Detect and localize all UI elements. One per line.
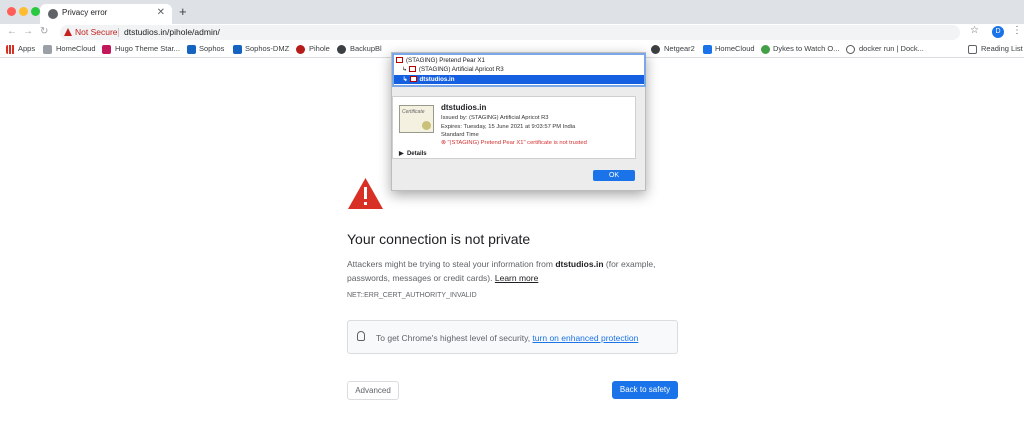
new-tab-button[interactable]: +: [179, 4, 187, 19]
error-code[interactable]: NET::ERR_CERT_AUTHORITY_INVALID: [347, 292, 477, 299]
bookmark-dykes[interactable]: Dykes to Watch O...: [773, 44, 839, 53]
certificate-name: dtstudios.in: [441, 103, 487, 112]
certificate-icon: [409, 76, 417, 82]
explanation-text-start: Attackers might be trying to steal your …: [347, 259, 556, 269]
certificate-icon: [396, 57, 403, 63]
chain-item-root[interactable]: (STAGING) Pretend Pear X1: [396, 56, 485, 65]
learn-more-link[interactable]: Learn more: [495, 273, 538, 283]
tab-privacy-error[interactable]: Privacy error ✕: [40, 4, 172, 24]
warning-triangle-icon: [348, 178, 383, 209]
enhanced-protection-link[interactable]: turn on enhanced protection: [532, 333, 638, 343]
tab-title: Privacy error: [62, 8, 108, 17]
bookmark-docker[interactable]: docker run | Dock...: [859, 44, 924, 53]
bookmark-pihole[interactable]: Pihole: [309, 44, 330, 53]
bookmark-homecloud[interactable]: HomeCloud: [56, 44, 96, 53]
maximize-window-icon[interactable]: [31, 7, 40, 16]
forward-arrow-icon[interactable]: →: [23, 26, 33, 37]
untrusted-warning-text: "(STAGING) Pretend Pear X1" certificate …: [447, 140, 587, 146]
chain-item-leaf[interactable]: ↳ dtstudios.in: [394, 75, 644, 84]
hugo-icon: [102, 45, 111, 54]
certificate-icon: [408, 66, 416, 72]
chain-item-label: (STAGING) Artificial Apricot R3: [418, 66, 504, 73]
tab-strip: Privacy error ✕ +: [0, 0, 1024, 24]
issued-by: Issued by: (STAGING) Artificial Apricot …: [441, 115, 549, 121]
avatar[interactable]: D: [992, 26, 1004, 38]
certificate-chain-list: (STAGING) Pretend Pear X1 ↳ (STAGING) Ar…: [392, 53, 646, 87]
close-window-icon[interactable]: [7, 7, 16, 16]
bookmark-backupbl[interactable]: BackupBl: [350, 44, 382, 53]
minimize-window-icon[interactable]: [19, 7, 28, 16]
details-label: Details: [406, 151, 427, 157]
details-disclosure[interactable]: ▶ Details: [399, 150, 427, 157]
seal-icon: [422, 121, 431, 130]
bookmark-sophos-dmz[interactable]: Sophos-DMZ: [245, 44, 289, 53]
certificate-image-icon: Certificate: [399, 105, 434, 133]
close-tab-icon[interactable]: ✕: [157, 7, 165, 18]
not-secure-label[interactable]: Not Secure: [75, 27, 118, 37]
enhanced-protection-box: To get Chrome's highest level of securit…: [347, 320, 678, 354]
ok-button[interactable]: OK: [593, 170, 635, 181]
chain-item-intermediate[interactable]: ↳ (STAGING) Artificial Apricot R3: [402, 65, 504, 74]
certificate-dialog: (STAGING) Pretend Pear X1 ↳ (STAGING) Ar…: [391, 52, 646, 191]
document-icon: [703, 45, 712, 54]
green-circle-icon: [761, 45, 770, 54]
untrusted-warning: ⊗ "(STAGING) Pretend Pear X1" certificat…: [441, 140, 587, 146]
timezone: Standard Time: [441, 132, 479, 138]
menu-icon[interactable]: ⋮: [1012, 25, 1022, 36]
bookmark-reading-list[interactable]: Reading List: [981, 44, 1023, 53]
explanation-text: Attackers might be trying to steal your …: [347, 257, 677, 285]
globe-icon: [48, 9, 58, 19]
lightbulb-icon: [357, 331, 365, 341]
warning-icon: [64, 28, 72, 36]
chain-item-label: dtstudios.in: [419, 76, 455, 83]
bookmark-sophos[interactable]: Sophos: [199, 44, 224, 53]
reading-list-icon: [968, 45, 977, 54]
back-arrow-icon[interactable]: ←: [7, 26, 17, 37]
expires: Expires: Tuesday, 15 June 2021 at 9:03:5…: [441, 124, 576, 130]
bookmark-apps[interactable]: Apps: [18, 44, 35, 53]
url-text[interactable]: dtstudios.in/pihole/admin/: [124, 27, 220, 37]
chain-item-label: (STAGING) Pretend Pear X1: [406, 57, 485, 64]
enhanced-protection-prompt: To get Chrome's highest level of securit…: [376, 333, 533, 343]
sophos-icon: [233, 45, 242, 54]
enhanced-protection-text: To get Chrome's highest level of securit…: [376, 333, 638, 343]
bookmark-hugo-theme[interactable]: Hugo Theme Star...: [115, 44, 180, 53]
folder-icon: [43, 45, 52, 54]
pihole-icon: [296, 45, 305, 54]
globe-icon: [651, 45, 660, 54]
globe-icon: [337, 45, 346, 54]
certificate-details: Certificate dtstudios.in Issued by: (STA…: [392, 96, 636, 159]
docker-icon: [846, 45, 855, 54]
sophos-icon: [187, 45, 196, 54]
bookmark-netgear2[interactable]: Netgear2: [664, 44, 695, 53]
back-to-safety-button[interactable]: Back to safety: [612, 381, 678, 399]
bookmark-homecloud-2[interactable]: HomeCloud: [715, 44, 755, 53]
apps-grid-icon: [6, 45, 15, 54]
reload-icon[interactable]: ↻: [40, 26, 48, 37]
advanced-button[interactable]: Advanced: [347, 381, 399, 400]
bookmark-star-icon[interactable]: ☆: [970, 25, 979, 36]
toolbar: ← → ↻ Not Secure dtstudios.in/pihole/adm…: [0, 24, 1024, 41]
page-title: Your connection is not private: [347, 231, 531, 247]
domain-name: dtstudios.in: [555, 259, 604, 269]
certificate-image-label: Certificate: [402, 109, 425, 115]
divider: [118, 28, 119, 37]
